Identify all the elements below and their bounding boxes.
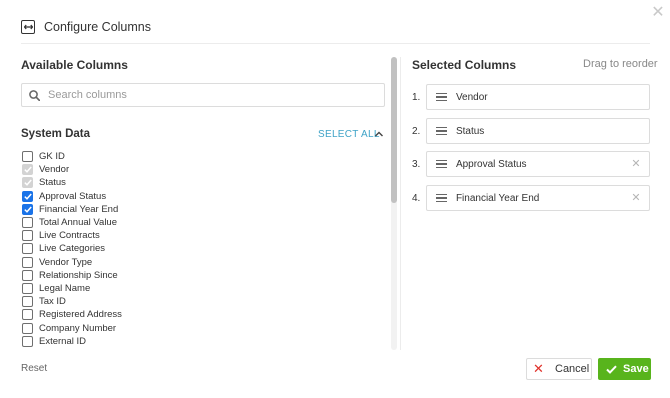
- checkbox-label[interactable]: Financial Year End: [39, 204, 118, 215]
- columns-icon: [21, 20, 35, 34]
- checkbox-row[interactable]: Total Annual Value: [21, 216, 381, 229]
- chevron-up-icon[interactable]: [373, 127, 385, 139]
- drag-handle-icon[interactable]: [435, 127, 447, 135]
- group-title-system-data: System Data: [21, 128, 91, 140]
- checkbox[interactable]: [22, 322, 33, 334]
- checkbox-row[interactable]: Legal Name: [21, 282, 381, 295]
- reset-button[interactable]: Reset: [21, 363, 47, 374]
- checkbox-label[interactable]: Status: [39, 177, 66, 188]
- dialog-header: Configure Columns: [21, 16, 151, 38]
- checkbox-label[interactable]: Tax ID: [39, 296, 66, 307]
- selected-column-number: 2.: [412, 125, 421, 137]
- selected-column-label: Vendor: [455, 91, 488, 103]
- save-label: Save: [623, 363, 649, 375]
- drag-handle-icon[interactable]: [435, 194, 447, 202]
- available-columns-list: GK ID Vendor Status Approval Status Financia…: [21, 150, 381, 350]
- checkbox-label[interactable]: Legal Name: [39, 283, 90, 294]
- checkbox[interactable]: [22, 217, 33, 229]
- selected-column-row: 1. Vendor: [412, 84, 650, 110]
- selected-columns-heading: Selected Columns: [412, 58, 517, 72]
- selected-column-label: Status: [455, 125, 485, 137]
- checkbox-label[interactable]: Vendor Type: [39, 257, 92, 268]
- drag-hint: Drag to reorder: [583, 58, 658, 70]
- remove-icon[interactable]: ✕: [631, 193, 641, 204]
- selected-column-row: 2. Status: [412, 118, 650, 144]
- checkmark-icon: [23, 166, 32, 174]
- checkbox-label[interactable]: Registered Address: [39, 309, 122, 320]
- search-input[interactable]: [48, 89, 368, 101]
- checkbox-label[interactable]: Total Annual Value: [39, 217, 117, 228]
- selected-column-row: 3. Approval Status ✕: [412, 151, 650, 177]
- checkbox: [22, 177, 33, 189]
- checkbox-label[interactable]: Company Number: [39, 323, 116, 334]
- selected-column-number: 3.: [412, 158, 421, 170]
- selected-column-card[interactable]: Financial Year End ✕: [425, 185, 650, 211]
- selected-column-card[interactable]: Status: [425, 118, 650, 144]
- selected-column-label: Approval Status: [455, 158, 527, 170]
- panel-divider: [400, 57, 401, 350]
- search-icon: [29, 89, 40, 101]
- checkbox-row[interactable]: Relationship Since: [21, 269, 381, 282]
- selected-column-label: Financial Year End: [455, 192, 540, 204]
- checkbox-label[interactable]: GK ID: [39, 151, 65, 162]
- scrollbar-thumb[interactable]: [391, 57, 397, 203]
- checkbox[interactable]: [22, 243, 33, 255]
- checkbox[interactable]: [22, 151, 33, 163]
- checkmark-icon: [23, 179, 32, 187]
- checkbox-label[interactable]: External ID: [39, 336, 86, 347]
- checkbox[interactable]: [22, 230, 33, 242]
- search-box[interactable]: [21, 83, 385, 107]
- checkmark-icon: [23, 193, 32, 200]
- header-divider: [21, 43, 650, 44]
- cancel-button[interactable]: ✕ Cancel: [526, 358, 592, 380]
- cancel-label: Cancel: [555, 363, 590, 375]
- close-icon: ✕: [533, 361, 544, 376]
- checkbox[interactable]: [22, 190, 33, 202]
- selected-column-number: 4.: [412, 192, 421, 204]
- select-all-link[interactable]: SELECT ALL: [318, 129, 380, 140]
- checkbox: [22, 164, 33, 176]
- drag-handle-icon[interactable]: [435, 93, 447, 101]
- selected-column-number: 1.: [412, 91, 421, 103]
- drag-handle-icon[interactable]: [435, 160, 447, 168]
- dialog-title: Configure Columns: [44, 20, 151, 34]
- close-icon[interactable]: ✕: [651, 5, 665, 21]
- checkbox-label[interactable]: Live Categories: [39, 243, 105, 254]
- checkbox-row[interactable]: External ID: [21, 335, 381, 348]
- selected-column-row: 4. Financial Year End ✕: [412, 185, 650, 211]
- checkbox-row[interactable]: Registered Address: [21, 308, 381, 321]
- checkbox[interactable]: [22, 296, 33, 308]
- checkbox[interactable]: [22, 309, 33, 321]
- checkbox[interactable]: [22, 203, 33, 215]
- selected-column-card[interactable]: Vendor: [425, 84, 650, 110]
- save-button[interactable]: Save: [598, 358, 651, 380]
- checkbox-label[interactable]: Vendor: [39, 164, 69, 175]
- checkbox[interactable]: [22, 269, 33, 281]
- checkbox-row[interactable]: GK ID: [21, 150, 381, 163]
- remove-icon[interactable]: ✕: [631, 159, 641, 170]
- checkbox[interactable]: [22, 282, 33, 294]
- checkbox-row[interactable]: Live Categories: [21, 242, 381, 255]
- checkbox-row[interactable]: Vendor Type: [21, 256, 381, 269]
- checkbox-label[interactable]: Relationship Since: [39, 270, 118, 281]
- checkbox-label[interactable]: Live Contracts: [39, 230, 100, 241]
- checkbox-row[interactable]: Live Contracts: [21, 229, 381, 242]
- checkbox-row[interactable]: Vendor: [21, 163, 381, 176]
- checkbox-row[interactable]: Tax ID: [21, 295, 381, 308]
- checkbox-row[interactable]: Status: [21, 176, 381, 189]
- checkmark-icon: [23, 206, 32, 213]
- checkbox-label[interactable]: Approval Status: [39, 191, 106, 202]
- checkbox-row[interactable]: Company Number: [21, 321, 381, 334]
- checkbox[interactable]: [22, 256, 33, 268]
- checkbox-row[interactable]: Financial Year End: [21, 203, 381, 216]
- checkmark-icon: [606, 365, 617, 374]
- available-columns-heading: Available Columns: [21, 58, 128, 72]
- checkbox-row[interactable]: Approval Status: [21, 190, 381, 203]
- checkbox[interactable]: [22, 335, 33, 347]
- selected-column-card[interactable]: Approval Status ✕: [425, 151, 650, 177]
